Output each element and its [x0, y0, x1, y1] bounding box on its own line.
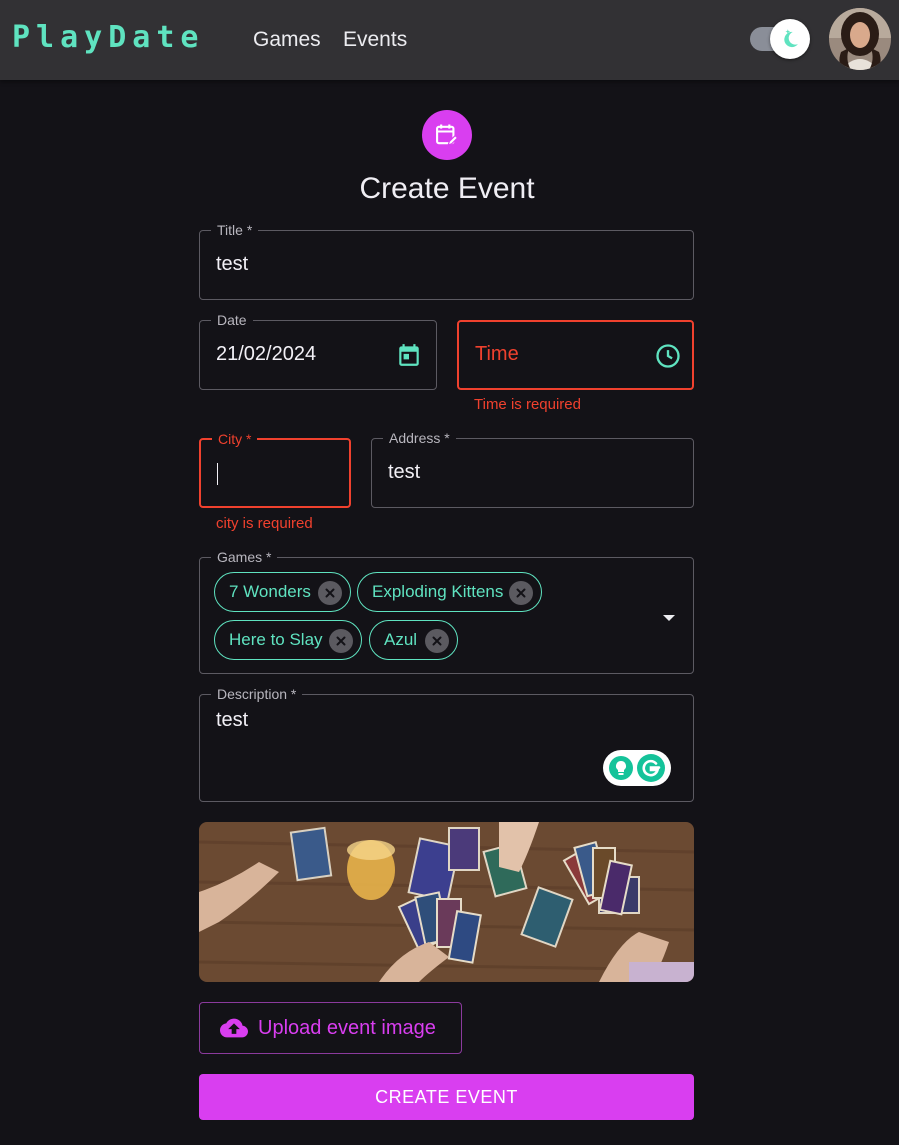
address-field[interactable]: Address * test	[371, 429, 694, 508]
user-avatar[interactable]	[829, 8, 891, 70]
moon-icon	[784, 29, 798, 48]
arrow-drop-down-icon[interactable]	[659, 608, 679, 628]
date-label: Date	[211, 311, 253, 329]
nav-link-events[interactable]: Events	[343, 28, 407, 52]
date-input[interactable]: 21/02/2024	[216, 343, 316, 366]
chip-label: Here to Slay	[229, 630, 323, 649]
clock-icon[interactable]	[654, 342, 682, 370]
game-chip[interactable]: Exploding Kittens	[357, 572, 542, 612]
cloud-upload-icon	[220, 1018, 248, 1038]
date-field[interactable]: Date 21/02/2024	[199, 311, 437, 390]
cancel-icon[interactable]	[318, 581, 342, 605]
calendar-icon[interactable]	[396, 342, 422, 368]
title-label: Title *	[211, 221, 259, 239]
upload-image-button[interactable]: Upload event image	[199, 1002, 462, 1054]
game-chip[interactable]: Azul	[369, 620, 458, 660]
description-input[interactable]: test	[216, 709, 248, 732]
time-placeholder[interactable]: Time	[475, 343, 519, 366]
time-field[interactable]: Time	[457, 320, 694, 390]
title-input[interactable]: test	[216, 253, 248, 276]
city-error: city is required	[216, 515, 313, 532]
app-bar: PlayDate Games Events	[0, 0, 899, 80]
edit-calendar-icon	[422, 110, 472, 160]
chip-label: Azul	[384, 630, 418, 649]
avatar-image	[829, 8, 891, 70]
city-label: City *	[212, 430, 258, 448]
city-field[interactable]: City *	[199, 430, 351, 508]
create-event-button[interactable]: CREATE EVENT	[199, 1074, 694, 1120]
chip-label: Exploding Kittens	[372, 582, 504, 601]
games-field[interactable]: Games * 7 Wonders Exploding Kittens Here…	[199, 548, 694, 674]
grammarly-widget[interactable]	[603, 750, 671, 786]
event-image	[199, 822, 694, 982]
grammarly-icon	[637, 754, 665, 782]
game-chip[interactable]: 7 Wonders	[214, 572, 351, 612]
upload-button-label: Upload event image	[258, 1016, 436, 1039]
cancel-icon[interactable]	[425, 629, 449, 653]
cancel-icon[interactable]	[329, 629, 353, 653]
time-error: Time is required	[474, 396, 581, 413]
nav-link-games[interactable]: Games	[253, 28, 321, 52]
chip-label: 7 Wonders	[229, 582, 311, 601]
brand-logo[interactable]: PlayDate	[12, 20, 205, 55]
address-input[interactable]: test	[388, 461, 420, 484]
page-title: Create Event	[359, 172, 535, 205]
address-label: Address *	[383, 429, 456, 447]
text-caret	[217, 463, 218, 485]
cancel-icon[interactable]	[509, 581, 533, 605]
game-chip[interactable]: Here to Slay	[214, 620, 362, 660]
lightbulb-icon	[609, 756, 633, 780]
theme-toggle[interactable]	[770, 19, 810, 59]
title-field[interactable]: Title * test	[199, 221, 694, 300]
games-label: Games *	[211, 548, 278, 566]
description-label: Description *	[211, 685, 303, 703]
create-button-label: CREATE EVENT	[375, 1086, 518, 1107]
